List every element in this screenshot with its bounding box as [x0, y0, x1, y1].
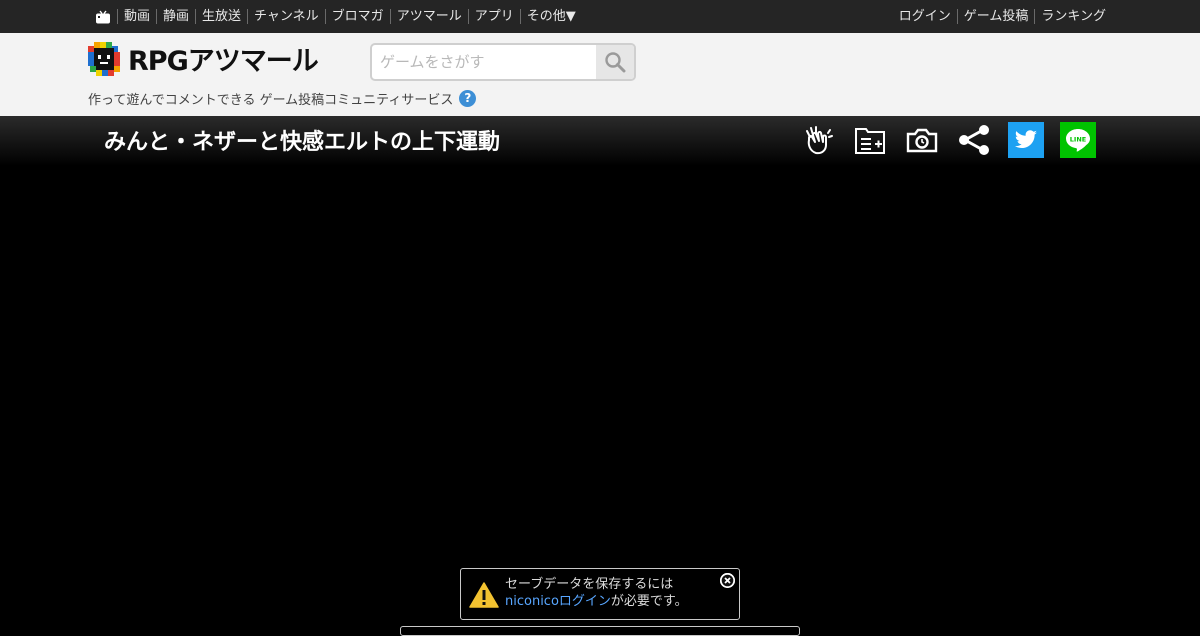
add-to-list-icon — [855, 128, 885, 154]
game-search-box — [370, 43, 636, 81]
nav-separator — [324, 9, 326, 24]
twitter-icon — [1014, 130, 1037, 148]
nav-separator — [519, 9, 521, 24]
nav-separator — [389, 9, 391, 24]
top-nav-left: 動画 静画 生放送 チャンネル ブロマガ アツマール アプリ その他▼ — [95, 0, 576, 33]
svg-text:RPGアツマール: RPGアツマール — [128, 46, 319, 76]
nav-separator — [956, 9, 958, 24]
nav-link-app[interactable]: アプリ — [475, 0, 514, 33]
notice-message: セーブデータを保存するには niconicoログインが必要です。 — [505, 576, 688, 610]
nav-separator — [1034, 9, 1036, 24]
niconico-tv-icon[interactable] — [95, 10, 111, 24]
game-actions: LINE — [800, 122, 1096, 158]
notice-line1: セーブデータを保存するには — [505, 577, 674, 592]
help-icon[interactable]: ? — [459, 90, 477, 107]
nav-link-channel[interactable]: チャンネル — [254, 0, 319, 33]
share-button[interactable] — [956, 122, 992, 158]
game-post-link[interactable]: ゲーム投稿 — [964, 0, 1029, 33]
site-tagline: 作って遊んでコメントできる ゲーム投稿コミュニティサービス ? — [88, 89, 477, 108]
nav-link-video[interactable]: 動画 — [124, 0, 150, 33]
secondary-panel-edge — [400, 626, 800, 636]
line-share-button[interactable]: LINE — [1060, 122, 1096, 158]
search-button[interactable] — [596, 45, 634, 79]
notice-line2-suffix: が必要です。 — [610, 594, 688, 609]
nav-separator — [156, 9, 158, 24]
screenshot-camera-icon — [906, 128, 938, 153]
nav-menu-more[interactable]: その他▼ — [527, 0, 576, 33]
nav-link-live[interactable]: 生放送 — [202, 0, 241, 33]
search-input[interactable] — [372, 45, 596, 79]
nav-separator — [195, 9, 197, 24]
nav-link-blomaga[interactable]: ブロマガ — [332, 0, 384, 33]
game-canvas-area[interactable] — [0, 166, 1200, 630]
line-icon: LINE — [1066, 129, 1090, 152]
rpg-atsumaru-logo[interactable]: RPGアツマール — [88, 42, 343, 77]
niconico-top-bar: 動画 静画 生放送 チャンネル ブロマガ アツマール アプリ その他▼ ログイン… — [0, 0, 1200, 33]
tagline-text: 作って遊んでコメントできる ゲーム投稿コミュニティサービス — [88, 93, 454, 108]
clap-icon — [806, 126, 833, 155]
share-icon — [959, 125, 989, 155]
twitter-share-button[interactable] — [1008, 122, 1044, 158]
game-title: みんと・ネザーと快感エルトの上下運動 — [104, 130, 501, 155]
ranking-link[interactable]: ランキング — [1041, 0, 1106, 33]
game-title-bar: みんと・ネザーと快感エルトの上下運動 LINE — [0, 116, 1200, 166]
nav-separator — [117, 9, 118, 24]
close-icon — [720, 573, 735, 588]
screenshot-button[interactable] — [904, 122, 940, 158]
logo-mascot-icon — [88, 42, 120, 76]
nav-separator — [467, 9, 469, 24]
svg-text:LINE: LINE — [1070, 136, 1086, 144]
niconico-login-link[interactable]: niconicoログイン — [505, 594, 611, 609]
site-header: RPGアツマール 作って遊んでコメントできる ゲーム投稿コミュニティサービス ? — [0, 33, 1200, 116]
nav-link-atsumaru[interactable]: アツマール — [397, 0, 462, 33]
top-nav-right: ログイン ゲーム投稿 ランキング — [899, 0, 1106, 33]
close-notice-button[interactable] — [720, 573, 735, 588]
notice-line2: niconicoログインが必要です。 — [505, 593, 688, 610]
nav-separator — [247, 9, 249, 24]
login-link[interactable]: ログイン — [899, 0, 951, 33]
nav-link-seiga[interactable]: 静画 — [163, 0, 189, 33]
warning-icon — [469, 582, 499, 608]
clap-button[interactable] — [800, 122, 836, 158]
save-login-notice: セーブデータを保存するには niconicoログインが必要です。 — [460, 568, 740, 620]
search-icon — [605, 52, 626, 73]
add-to-list-button[interactable] — [852, 122, 888, 158]
